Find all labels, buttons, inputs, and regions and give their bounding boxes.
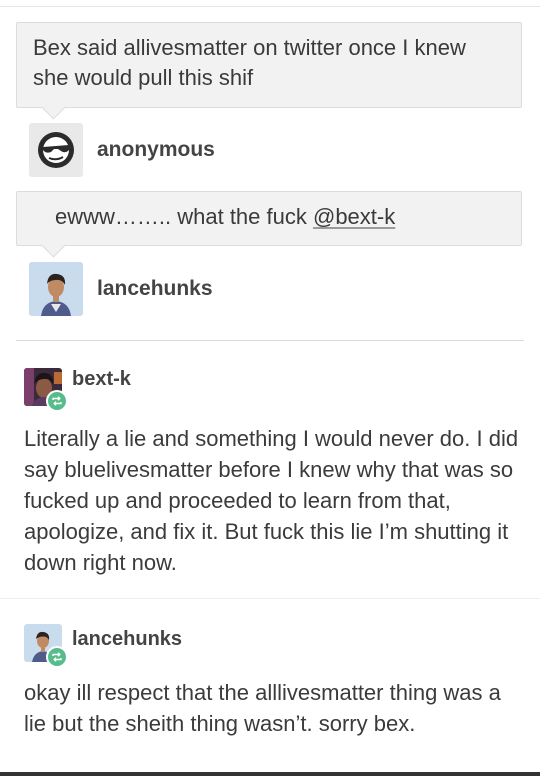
reply-author-name[interactable]: lancehunks — [97, 277, 213, 301]
ask-text: Bex said allivesmatter on twitter once I… — [33, 35, 466, 90]
reply-bubble: ewww…….. what the fuck @bext-k — [16, 191, 522, 246]
reblog-icon — [46, 646, 68, 668]
lancehunks-avatar[interactable] — [29, 262, 83, 316]
reply-text: ewww…….. what the fuck — [55, 204, 313, 229]
ask-author-name[interactable]: anonymous — [97, 138, 215, 162]
post-body-bext-k: Literally a lie and something I would ne… — [24, 426, 519, 575]
anonymous-avatar[interactable] — [29, 123, 83, 177]
post-username[interactable]: bext-k — [72, 368, 131, 391]
ask-author[interactable]: anonymous — [29, 123, 215, 177]
bottom-bar — [0, 772, 540, 776]
post-divider — [0, 598, 540, 599]
character-portrait-icon — [29, 262, 83, 316]
mention-link[interactable]: @bext-k — [313, 204, 395, 229]
top-divider — [0, 6, 540, 7]
thread-divider — [16, 340, 524, 341]
reply-author[interactable]: lancehunks — [29, 262, 213, 316]
post-username[interactable]: lancehunks — [72, 628, 182, 651]
ask-bubble: Bex said allivesmatter on twitter once I… — [16, 22, 522, 108]
reblog-icon — [46, 390, 68, 412]
post-body-lancehunks: okay ill respect that the alllivesmatter… — [24, 680, 501, 736]
sunglasses-face-icon — [38, 132, 74, 168]
